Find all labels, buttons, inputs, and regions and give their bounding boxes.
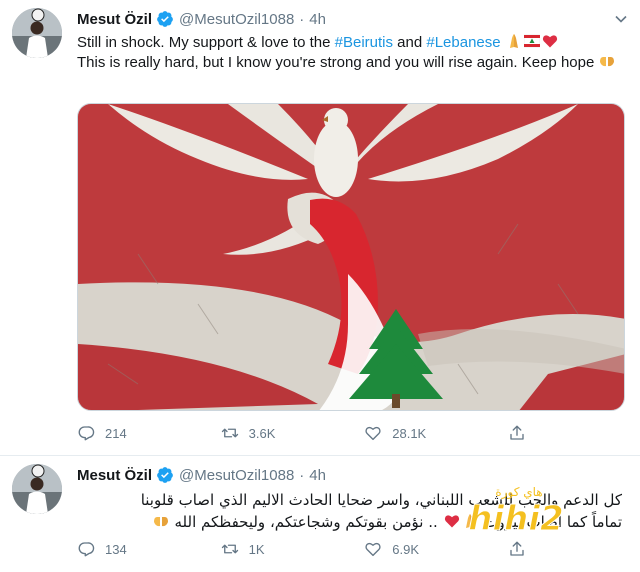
- retweet-icon: [221, 428, 238, 438]
- open-hands-icon: [153, 517, 168, 527]
- tweet-text-part: Still in shock. My support & love to the: [77, 34, 335, 51]
- retweet-icon: [221, 544, 238, 554]
- reply-count: 134: [105, 541, 127, 557]
- timestamp[interactable]: 4h: [309, 467, 326, 484]
- separator-dot: ·: [299, 10, 305, 28]
- retweet-button[interactable]: 1K: [221, 540, 365, 558]
- tweet[interactable]: Mesut Özil @MesutOzil1088 · 4h كل الدعم …: [0, 456, 640, 572]
- lebanon-flag-icon: [523, 34, 540, 48]
- retweet-button[interactable]: 3.6K: [221, 424, 365, 442]
- hashtag-link[interactable]: #Lebanese: [426, 34, 500, 51]
- verified-icon: [157, 467, 173, 483]
- tweet-image[interactable]: [77, 103, 625, 411]
- like-icon: [365, 542, 381, 557]
- like-count: 28.1K: [392, 425, 427, 441]
- timestamp[interactable]: 4h: [309, 11, 326, 28]
- author-handle[interactable]: @MesutOzil1088: [179, 11, 294, 28]
- tweet-text: Still in shock. My support & love to the…: [77, 33, 617, 73]
- tweet-text-part: and: [392, 34, 427, 51]
- author-handle[interactable]: @MesutOzil1088: [179, 467, 294, 484]
- reply-button[interactable]: 134: [77, 540, 221, 558]
- watermark-logo: هاي كورة hihi2: [464, 480, 574, 540]
- watermark-subtext: هاي كورة: [495, 485, 542, 500]
- red-heart-icon: [542, 35, 557, 48]
- share-button[interactable]: [508, 424, 537, 442]
- author-name[interactable]: Mesut Özil: [77, 467, 152, 484]
- open-hands-icon: [600, 57, 615, 67]
- reply-icon: [78, 542, 95, 557]
- like-count: 6.9K: [392, 541, 419, 557]
- tweet[interactable]: Mesut Özil @MesutOzil1088 · 4h Still in …: [0, 0, 640, 455]
- retweet-count: 1K: [248, 541, 265, 557]
- reply-icon: [78, 426, 95, 441]
- red-heart-icon: [444, 515, 459, 528]
- verified-icon: [157, 11, 173, 27]
- like-button[interactable]: 6.9K: [364, 540, 508, 558]
- praying-hands-icon: [509, 34, 518, 48]
- separator-dot: ·: [299, 466, 305, 484]
- avatar[interactable]: [12, 8, 62, 58]
- share-icon: [510, 425, 524, 440]
- hashtag-link[interactable]: #Beirutis: [335, 34, 393, 51]
- share-icon: [510, 541, 524, 556]
- avatar[interactable]: [12, 464, 62, 514]
- caret-down-icon[interactable]: [614, 12, 628, 26]
- retweet-count: 3.6K: [248, 425, 276, 441]
- share-button[interactable]: [508, 540, 537, 558]
- like-button[interactable]: 28.1K: [364, 424, 508, 442]
- tweet-actions: 214 3.6K 28.1K: [77, 424, 537, 442]
- reply-count: 214: [105, 425, 127, 441]
- author-name[interactable]: Mesut Özil: [77, 11, 152, 28]
- lebanon-mural-image: [78, 104, 624, 410]
- tweet-text-part: This is really hard, but I know you're s…: [77, 54, 595, 71]
- reply-button[interactable]: 214: [77, 424, 221, 442]
- watermark-text: hihi2: [468, 499, 563, 538]
- tweet-actions: 134 1K 6.9K: [77, 540, 537, 558]
- like-icon: [365, 426, 381, 441]
- tweet-text-part: .. نؤمن بقوتكم وشجاعتكم، وليحفظكم الله: [174, 513, 438, 531]
